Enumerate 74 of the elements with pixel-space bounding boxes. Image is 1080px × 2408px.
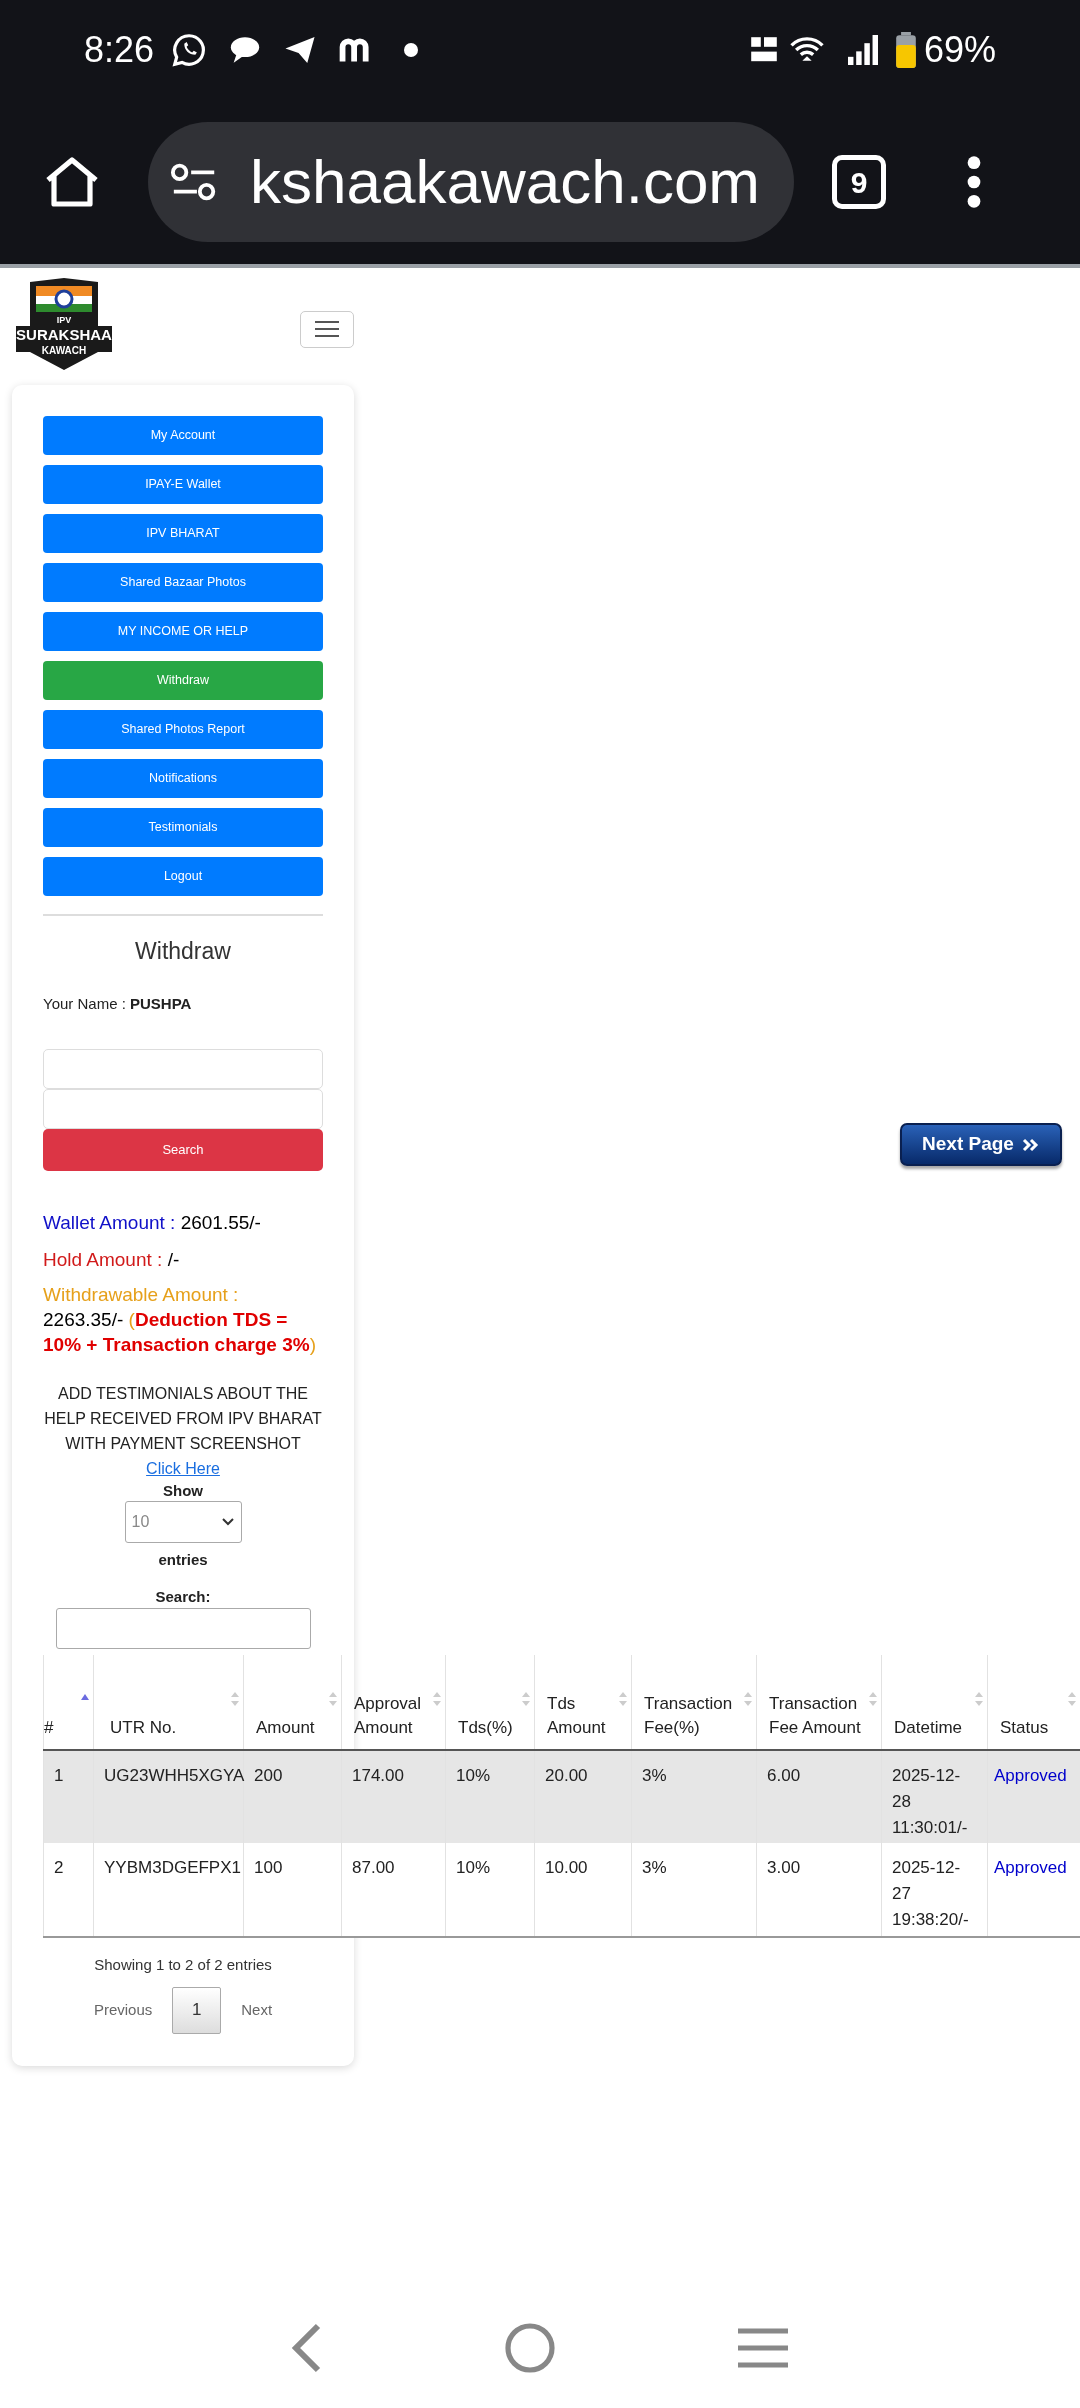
click-here-link[interactable]: Click Here bbox=[146, 1460, 220, 1477]
menu-button[interactable]: IPV BHARAT bbox=[43, 514, 323, 553]
table-cell: 10.00 bbox=[534, 1843, 632, 1936]
column-header[interactable]: Transaction Fee(%) bbox=[631, 1655, 757, 1750]
column-header[interactable]: Tds Amount bbox=[534, 1655, 632, 1750]
status-text: Approved bbox=[987, 1843, 1080, 1936]
page-length-select[interactable]: 10 bbox=[124, 1501, 242, 1543]
sort-icon[interactable] bbox=[329, 1691, 337, 1707]
url-text[interactable]: kshaakawach.com bbox=[250, 151, 761, 213]
menu-button[interactable]: Logout bbox=[43, 857, 323, 896]
input-field[interactable] bbox=[43, 1049, 323, 1089]
previous-link[interactable]: Previous bbox=[93, 1998, 153, 2022]
table-cell: 87.00 bbox=[341, 1843, 446, 1936]
table-search-field[interactable] bbox=[55, 1608, 311, 1649]
menu-button[interactable]: My Account bbox=[43, 416, 323, 455]
table-cell: YYBM3DGEFPX1 bbox=[93, 1843, 244, 1936]
double-chevron-icon bbox=[1021, 1137, 1040, 1152]
column-header[interactable]: Amount bbox=[243, 1655, 342, 1750]
column-header[interactable]: Status bbox=[987, 1655, 1080, 1750]
entries-label: entries bbox=[158, 1550, 208, 1570]
sort-icon[interactable] bbox=[619, 1691, 627, 1707]
search-label: Search: bbox=[155, 1586, 211, 1607]
section-title: Withdraw bbox=[134, 937, 232, 966]
clock: 8:26 bbox=[84, 28, 155, 72]
user-name-text: Your Name : PUSHPA bbox=[43, 993, 193, 1014]
tab-count-button[interactable]: 9 bbox=[832, 155, 886, 209]
column-header[interactable]: UTR No. bbox=[93, 1655, 244, 1750]
menu-button[interactable]: IPAY-E Wallet bbox=[43, 465, 323, 504]
menu-button[interactable]: Shared Photos Report bbox=[43, 710, 323, 749]
testimonial-text: ADD TESTIMONIALS ABOUT THE HELP RECEIVED FROM IPV BHARAT WITH PAYMENT SCREENSHOT Click Here bbox=[43, 1384, 323, 1479]
sort-icon[interactable] bbox=[231, 1691, 239, 1707]
table-cell: 3.00 bbox=[756, 1843, 882, 1936]
sort-icon[interactable] bbox=[869, 1691, 877, 1707]
battery-icon bbox=[895, 32, 916, 68]
next-page-button[interactable]: Next Page bbox=[900, 1123, 1062, 1166]
next-link[interactable]: Next bbox=[241, 1998, 273, 2022]
withdrawable-amount-text: Withdrawable Amount : 2263.35/- (Deduction TDS = 10% + Transaction charge 3%) bbox=[43, 1283, 317, 1357]
page-button[interactable]: 1 bbox=[172, 1986, 222, 2034]
table-info-text: Showing 1 to 2 of 2 entries bbox=[93, 1955, 273, 1975]
sort-ascending-icon[interactable] bbox=[81, 1693, 89, 1701]
menu-toggle-button[interactable] bbox=[300, 310, 354, 348]
more-icon[interactable] bbox=[966, 155, 982, 209]
sort-icon[interactable] bbox=[522, 1691, 530, 1707]
column-header[interactable]: Approval Amount bbox=[341, 1655, 446, 1750]
chevron-down-icon bbox=[220, 1517, 235, 1527]
sort-icon[interactable] bbox=[975, 1691, 983, 1707]
signal-icon bbox=[845, 35, 880, 65]
table-cell: 3% bbox=[631, 1843, 757, 1936]
table-cell: 100 bbox=[243, 1843, 342, 1936]
menu-icon bbox=[315, 321, 339, 337]
hold-amount-text: Hold Amount : /- bbox=[43, 1247, 181, 1272]
input-field[interactable] bbox=[43, 1089, 323, 1129]
sort-icon[interactable] bbox=[744, 1691, 752, 1707]
column-header[interactable]: # bbox=[43, 1655, 94, 1750]
home-icon[interactable] bbox=[44, 155, 100, 209]
wallet-amount-text: Wallet Amount : 2601.55/- bbox=[43, 1211, 262, 1235]
column-header[interactable]: Datetime bbox=[881, 1655, 988, 1750]
column-header[interactable]: Transaction Fee Amount bbox=[756, 1655, 882, 1750]
column-header[interactable]: Tds(%) bbox=[445, 1655, 535, 1750]
menu-button[interactable]: Shared Bazaar Photos bbox=[43, 563, 323, 602]
show-label: Show bbox=[163, 1481, 203, 1501]
table-cell: 2 bbox=[43, 1843, 94, 1936]
sort-icon[interactable] bbox=[1068, 1691, 1076, 1707]
table-cell: 10% bbox=[445, 1843, 535, 1936]
table-cell: 2025-12-27 19:38:20/- bbox=[881, 1843, 988, 1936]
battery-percentage: 69% bbox=[923, 28, 996, 72]
home-circle-icon[interactable] bbox=[504, 2322, 556, 2374]
sort-icon[interactable] bbox=[433, 1691, 441, 1707]
menu-button[interactable]: Testimonials bbox=[43, 808, 323, 847]
menu-button[interactable]: MY INCOME OR HELP bbox=[43, 612, 323, 651]
menu-button[interactable]: Notifications bbox=[43, 759, 323, 798]
address-bar[interactable]: kshaakawach.com bbox=[148, 122, 794, 242]
search-button[interactable]: Search bbox=[43, 1129, 323, 1171]
recents-icon[interactable] bbox=[736, 2327, 790, 2369]
